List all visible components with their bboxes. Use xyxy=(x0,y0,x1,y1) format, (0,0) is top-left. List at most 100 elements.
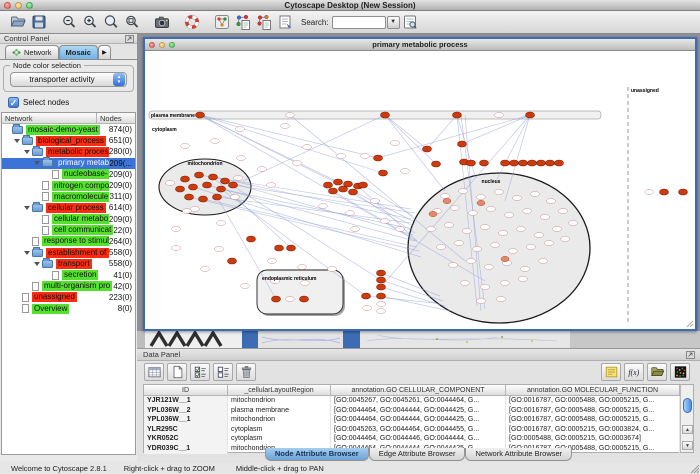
status-welcome: Welcome to Cytoscape 2.8.1 xyxy=(11,464,107,473)
notes-icon xyxy=(604,365,619,379)
zoom-in-button[interactable] xyxy=(79,12,100,32)
expand-triangle-icon[interactable] xyxy=(34,262,40,266)
tree-row[interactable]: cellular metabo209(0) xyxy=(2,214,135,225)
tree-row-node-count: 558(0) xyxy=(109,259,135,268)
help-button[interactable] xyxy=(181,12,202,32)
tree-column-network[interactable]: Network xyxy=(2,113,97,123)
network-canvas[interactable]: plasma membranecytoplasmmitochondrionnuc… xyxy=(145,51,695,328)
heatmap-button[interactable] xyxy=(670,363,690,381)
select-nodes-row: ✓ Select nodes xyxy=(8,96,69,108)
tree-row-node-count: 223(0) xyxy=(109,293,135,302)
tree-row[interactable]: primary metabo209(... xyxy=(2,158,135,169)
tab-overflow-arrow[interactable]: ▶ xyxy=(98,45,111,59)
scroll-up-arrow[interactable]: ▲ xyxy=(682,425,693,434)
formula-builder-button[interactable]: f(x) xyxy=(624,363,644,381)
float-panel-icon[interactable] xyxy=(125,35,134,43)
tree-row-label: unassigned xyxy=(32,292,77,302)
svg-text:cytoplasm: cytoplasm xyxy=(152,127,177,133)
advanced-search-button[interactable] xyxy=(400,12,421,32)
zoom-selected-button[interactable] xyxy=(100,12,121,32)
tree-row[interactable]: establishment of lo558(0) xyxy=(2,247,135,258)
manage-networks-button[interactable] xyxy=(232,12,253,32)
select-nodes-checkbox[interactable]: ✓ xyxy=(8,97,19,108)
unselect-attributes-button[interactable] xyxy=(213,363,233,381)
snapshot-button[interactable] xyxy=(151,12,172,32)
heatmap-icon xyxy=(673,365,688,379)
tree-row-node-count: 22(0) xyxy=(113,226,135,235)
node-color-dropdown[interactable]: transporter activity ▲▼ xyxy=(10,72,127,87)
tree-row[interactable]: metabolic process280(0) xyxy=(2,146,135,157)
new-attribute-button[interactable] xyxy=(167,363,187,381)
file-icon xyxy=(52,271,59,280)
tree-row[interactable]: mosaic-demo-yeast874(0) xyxy=(2,124,135,135)
background-windows[interactable] xyxy=(137,331,700,348)
tree-row[interactable]: cellular process614(0) xyxy=(2,202,135,213)
search-input[interactable] xyxy=(332,16,386,29)
select-attributes-button[interactable] xyxy=(190,363,210,381)
tree-row-label: transport xyxy=(56,259,92,269)
expand-triangle-icon[interactable] xyxy=(24,251,30,255)
blank-page-icon xyxy=(170,365,185,379)
browser-tabs: Node Attribute BrowserEdge Attribute Bro… xyxy=(137,448,700,461)
tree-row[interactable]: nucleobase-209(0) xyxy=(2,169,135,180)
network-view-window[interactable]: primary metabolic process plasma membran… xyxy=(143,37,697,331)
attribute-table-header: ID_cellularLayoutRegionannotation.GO CEL… xyxy=(144,385,693,396)
tree-row[interactable]: biological_process651(0) xyxy=(2,135,135,146)
save-session-button[interactable] xyxy=(28,12,49,32)
data-panel-toolbar: f(x) xyxy=(137,361,700,383)
tab-mosaic[interactable]: Mosaic xyxy=(59,45,98,59)
tab-network[interactable]: Network xyxy=(5,45,59,59)
table-scrollbar[interactable]: ▲ ▼ xyxy=(680,385,693,452)
table-row[interactable]: YPL036W__2plasma membrane[GO:0044464, GO… xyxy=(144,406,693,416)
tree-row[interactable]: response to stimulu264(0) xyxy=(2,236,135,247)
table-column-header[interactable]: annotation.GO CELLULAR_COMPONENT xyxy=(331,385,506,396)
open-session-button[interactable] xyxy=(7,12,28,32)
network-window-titlebar[interactable]: primary metabolic process xyxy=(145,39,695,51)
tree-row[interactable]: nitrogen compo209(0) xyxy=(2,180,135,191)
resize-grip[interactable] xyxy=(689,463,699,473)
tree-row[interactable]: macromolecule311(0) xyxy=(2,191,135,202)
tree-row[interactable]: Overview8(0) xyxy=(2,303,135,314)
attribute-table-button[interactable] xyxy=(144,363,164,381)
expand-triangle-icon[interactable] xyxy=(24,150,30,154)
manage-nested-networks-button[interactable] xyxy=(253,12,274,32)
float-data-panel-icon[interactable] xyxy=(686,351,695,359)
expand-triangle-icon[interactable] xyxy=(14,139,20,143)
magnifier-minus-icon xyxy=(61,14,77,30)
table-icon xyxy=(147,365,162,379)
table-column-header[interactable]: annotation.GO MOLECULAR_FUNCTION xyxy=(506,385,680,396)
tree-row-label: macromolecule xyxy=(52,192,109,202)
tree-row[interactable]: secretion41(0) xyxy=(2,269,135,280)
table-row[interactable]: YPL036W__1mitochondrion[GO:0044464, GO:0… xyxy=(144,415,693,425)
search-dropdown-arrow[interactable]: ▼ xyxy=(387,16,400,29)
delete-attribute-button[interactable] xyxy=(236,363,256,381)
tab-edge-attribute-browser[interactable]: Edge Attribute Browser xyxy=(369,448,466,461)
vizmapper-button[interactable] xyxy=(211,12,232,32)
tree-column-nodes[interactable]: Nodes xyxy=(97,113,135,123)
zoom-fit-button[interactable] xyxy=(121,12,142,32)
table-row[interactable]: YKR052Ccytoplasm[GO:0044464, GO:0044446,… xyxy=(144,434,693,444)
tree-row[interactable]: multi-organism pro42(0) xyxy=(2,281,135,292)
tab-network-attribute-browser[interactable]: Network Attribute Browser xyxy=(465,448,572,461)
app-titlebar[interactable]: Cytoscape Desktop (New Session) xyxy=(0,0,700,11)
network-graph: plasma membranecytoplasmmitochondrionnuc… xyxy=(145,51,695,328)
tree-row[interactable]: unassigned 223(0) xyxy=(2,292,135,303)
table-row[interactable]: YJR121W__1mitochondrion[GO:0045267, GO:0… xyxy=(144,396,693,406)
import-attributes-button[interactable] xyxy=(647,363,667,381)
scrollbar-thumb[interactable] xyxy=(683,398,692,413)
control-panel-title: Control Panel xyxy=(0,34,137,44)
annotation-button[interactable] xyxy=(274,12,295,32)
tab-node-attribute-browser[interactable]: Node Attribute Browser xyxy=(265,448,369,461)
tree-row[interactable]: cell communicat22(0) xyxy=(2,225,135,236)
page-magnifier-icon xyxy=(402,14,418,30)
table-column-header[interactable]: _cellularLayoutRegion xyxy=(228,385,331,396)
table-row[interactable]: YLR295Ccytoplasm[GO:0045263, GO:0044464,… xyxy=(144,425,693,435)
table-cell: YKR052C xyxy=(144,434,228,444)
label-customization-button[interactable] xyxy=(601,363,621,381)
table-column-header[interactable]: ID xyxy=(144,385,228,396)
magnifier-region-icon xyxy=(124,14,140,30)
zoom-out-button[interactable] xyxy=(58,12,79,32)
expand-triangle-icon[interactable] xyxy=(34,161,40,165)
expand-triangle-icon[interactable] xyxy=(24,206,30,210)
tree-row[interactable]: transport 558(0) xyxy=(2,258,135,269)
